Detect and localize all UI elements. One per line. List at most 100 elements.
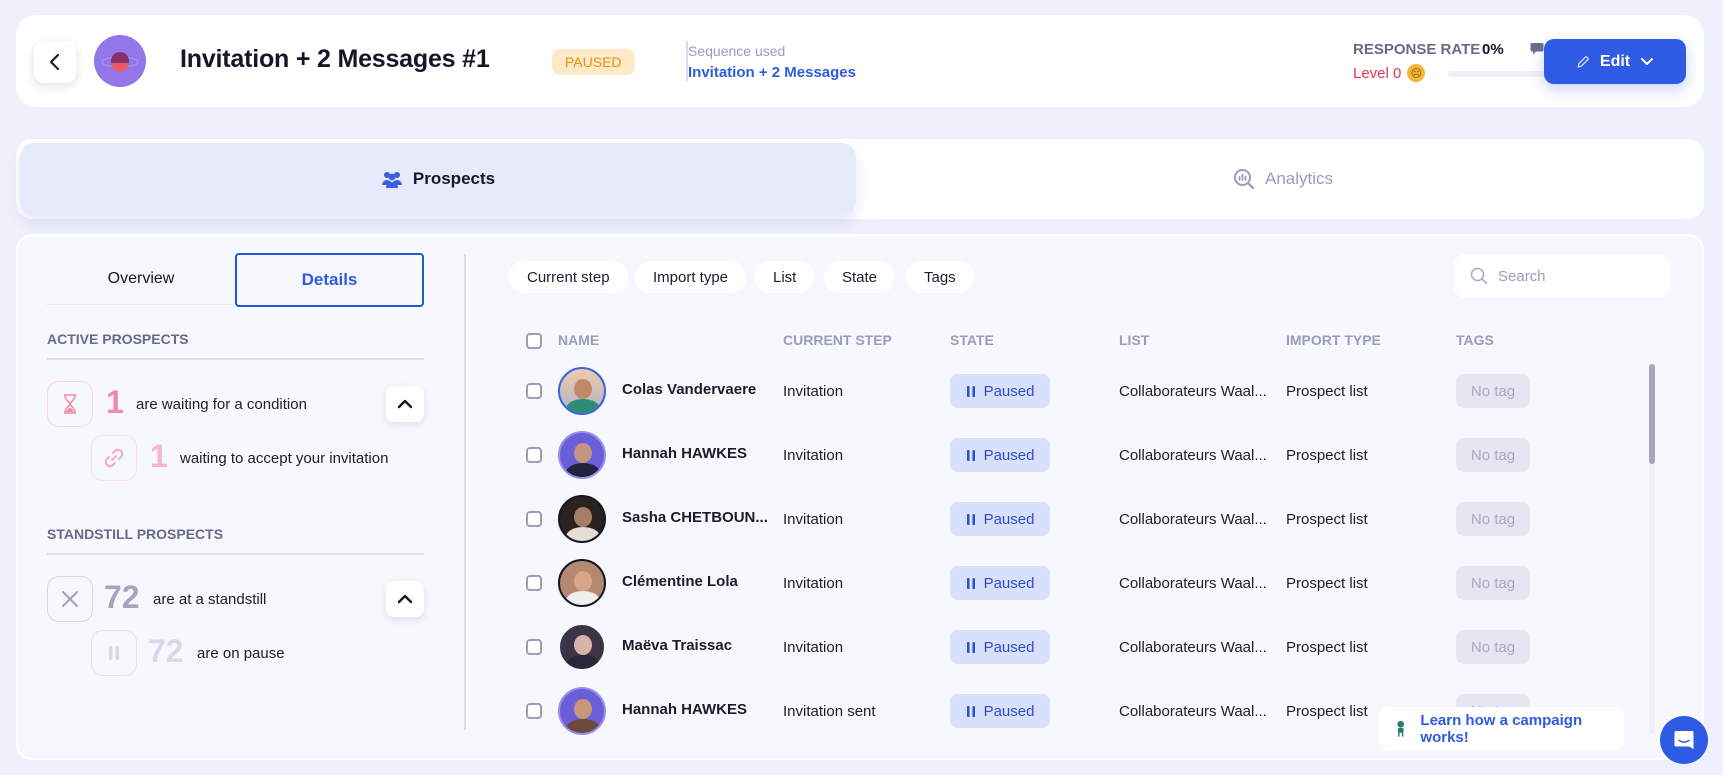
avatar[interactable]: [558, 559, 606, 607]
level-label: Level 0: [1353, 64, 1402, 82]
avatar-body: [566, 719, 600, 733]
filter-state[interactable]: State: [824, 261, 896, 293]
table-row[interactable]: Colas Vandervaere Invitation Paused Coll…: [18, 359, 1658, 423]
prospect-list: Collaborateurs Waal...: [1119, 447, 1267, 464]
state-badge: Paused: [950, 502, 1050, 536]
prospect-current-step: Invitation: [783, 575, 844, 592]
avatar-body: [566, 463, 600, 477]
overview-toggle[interactable]: Overview: [47, 253, 235, 305]
row-checkbox[interactable]: [526, 383, 542, 399]
row-checkbox[interactable]: [526, 639, 542, 655]
avatar-head: [574, 507, 592, 527]
back-button[interactable]: [34, 41, 76, 83]
state-label: Paused: [983, 510, 1035, 528]
prospect-import-type: Prospect list: [1286, 575, 1368, 592]
prospect-import-type: Prospect list: [1286, 447, 1368, 464]
row-checkbox[interactable]: [526, 511, 542, 527]
tab-analytics[interactable]: Analytics: [866, 143, 1700, 215]
tab-prospects[interactable]: Prospects: [20, 143, 856, 215]
avatar-head: [574, 635, 592, 655]
details-toggle[interactable]: Details: [235, 253, 424, 307]
select-all-checkbox[interactable]: [526, 333, 542, 349]
filter-list[interactable]: List: [755, 261, 815, 293]
prospect-list: Collaborateurs Waal...: [1119, 383, 1267, 400]
edit-label: Edit: [1599, 52, 1631, 70]
state-label: Paused: [983, 574, 1035, 592]
prospect-import-type: Prospect list: [1286, 703, 1368, 720]
prospect-current-step: Invitation: [783, 639, 844, 656]
table-row[interactable]: Hannah HAWKES Invitation Paused Collabor…: [18, 423, 1658, 487]
state-badge: Paused: [950, 694, 1050, 728]
prospects-panel: Overview Details ACTIVE PROSPECTS 1 are …: [16, 234, 1704, 760]
chat-launcher-button[interactable]: [1660, 716, 1708, 764]
learn-campaign-label: Learn how a campaign works!: [1420, 712, 1583, 746]
sad-face-icon: ☹: [1407, 64, 1426, 82]
avatar-body: [566, 527, 600, 541]
prospect-current-step: Invitation: [783, 447, 844, 464]
table-row[interactable]: Clémentine Lola Invitation Paused Collab…: [18, 551, 1658, 615]
avatar-head: [574, 443, 592, 463]
search-icon: [1470, 267, 1488, 285]
filter-import-type[interactable]: Import type: [635, 261, 747, 293]
pause-icon: [966, 449, 975, 461]
avatar-body: [566, 591, 600, 605]
column-tags[interactable]: TAGS: [1456, 332, 1494, 348]
tab-prospects-label: Prospects: [412, 169, 496, 188]
tab-analytics-label: Analytics: [1264, 169, 1334, 188]
pause-icon: [966, 577, 975, 589]
state-label: Paused: [983, 702, 1035, 720]
row-checkbox[interactable]: [526, 703, 542, 719]
search-input[interactable]: [1498, 267, 1648, 285]
table-row[interactable]: Sasha CHETBOUN... Invitation Paused Coll…: [18, 487, 1658, 551]
row-checkbox[interactable]: [526, 575, 542, 591]
campaign-header: Invitation + 2 Messages #1 PAUSED Sequen…: [16, 15, 1704, 107]
filter-tags[interactable]: Tags: [906, 261, 974, 293]
avatar[interactable]: [558, 687, 606, 735]
analytics-search-icon: [1233, 169, 1255, 190]
tag-badge: No tag: [1456, 438, 1530, 472]
row-checkbox[interactable]: [526, 447, 542, 463]
response-rate-value: 0%: [1482, 41, 1504, 58]
pause-icon: [966, 705, 975, 717]
state-label: Paused: [983, 446, 1035, 464]
level-progress-bar: [1448, 71, 1544, 77]
scrollbar-thumb[interactable]: [1649, 364, 1655, 464]
avatar[interactable]: [558, 367, 606, 415]
sequence-label: Sequence used: [688, 43, 786, 59]
filter-current-step[interactable]: Current step: [509, 261, 628, 293]
column-name[interactable]: NAME: [558, 332, 599, 348]
edit-button[interactable]: Edit: [1544, 39, 1686, 84]
column-state[interactable]: STATE: [950, 332, 994, 348]
sequence-link[interactable]: Invitation + 2 Messages: [688, 64, 856, 81]
prospect-list: Collaborateurs Waal...: [1119, 575, 1267, 592]
learn-campaign-link[interactable]: Learn how a campaign works!: [1379, 707, 1624, 751]
chat-bubble-icon: [1530, 43, 1544, 55]
planet-icon: [101, 52, 139, 72]
campaign-title: Invitation + 2 Messages #1: [180, 45, 490, 73]
prospect-import-type: Prospect list: [1286, 383, 1368, 400]
users-icon: [381, 172, 402, 188]
avatar[interactable]: [558, 623, 606, 671]
column-import-type[interactable]: IMPORT TYPE: [1286, 332, 1381, 348]
prospect-name[interactable]: Maëva Traissac: [622, 637, 732, 654]
table-row[interactable]: Maëva Traissac Invitation Paused Collabo…: [18, 615, 1658, 679]
search-box[interactable]: [1454, 254, 1670, 298]
prospect-import-type: Prospect list: [1286, 511, 1368, 528]
avatar[interactable]: [558, 431, 606, 479]
pause-icon: [966, 641, 975, 653]
chevron-left-icon: [49, 53, 60, 71]
prospect-name[interactable]: Sasha CHETBOUN...: [622, 509, 768, 526]
state-badge: Paused: [950, 438, 1050, 472]
view-switch: Overview Details: [47, 253, 440, 307]
column-current-step[interactable]: CURRENT STEP: [783, 332, 892, 348]
prospect-name[interactable]: Colas Vandervaere: [622, 381, 756, 398]
level-indicator: Level 0 ☹: [1353, 64, 1426, 82]
chevron-down-icon: [1641, 57, 1654, 65]
prospect-list: Collaborateurs Waal...: [1119, 511, 1267, 528]
column-list[interactable]: LIST: [1119, 332, 1149, 348]
prospect-name[interactable]: Clémentine Lola: [622, 573, 738, 590]
prospect-name[interactable]: Hannah HAWKES: [622, 445, 747, 462]
prospect-name[interactable]: Hannah HAWKES: [622, 701, 747, 718]
state-label: Paused: [983, 382, 1035, 400]
avatar[interactable]: [558, 495, 606, 543]
